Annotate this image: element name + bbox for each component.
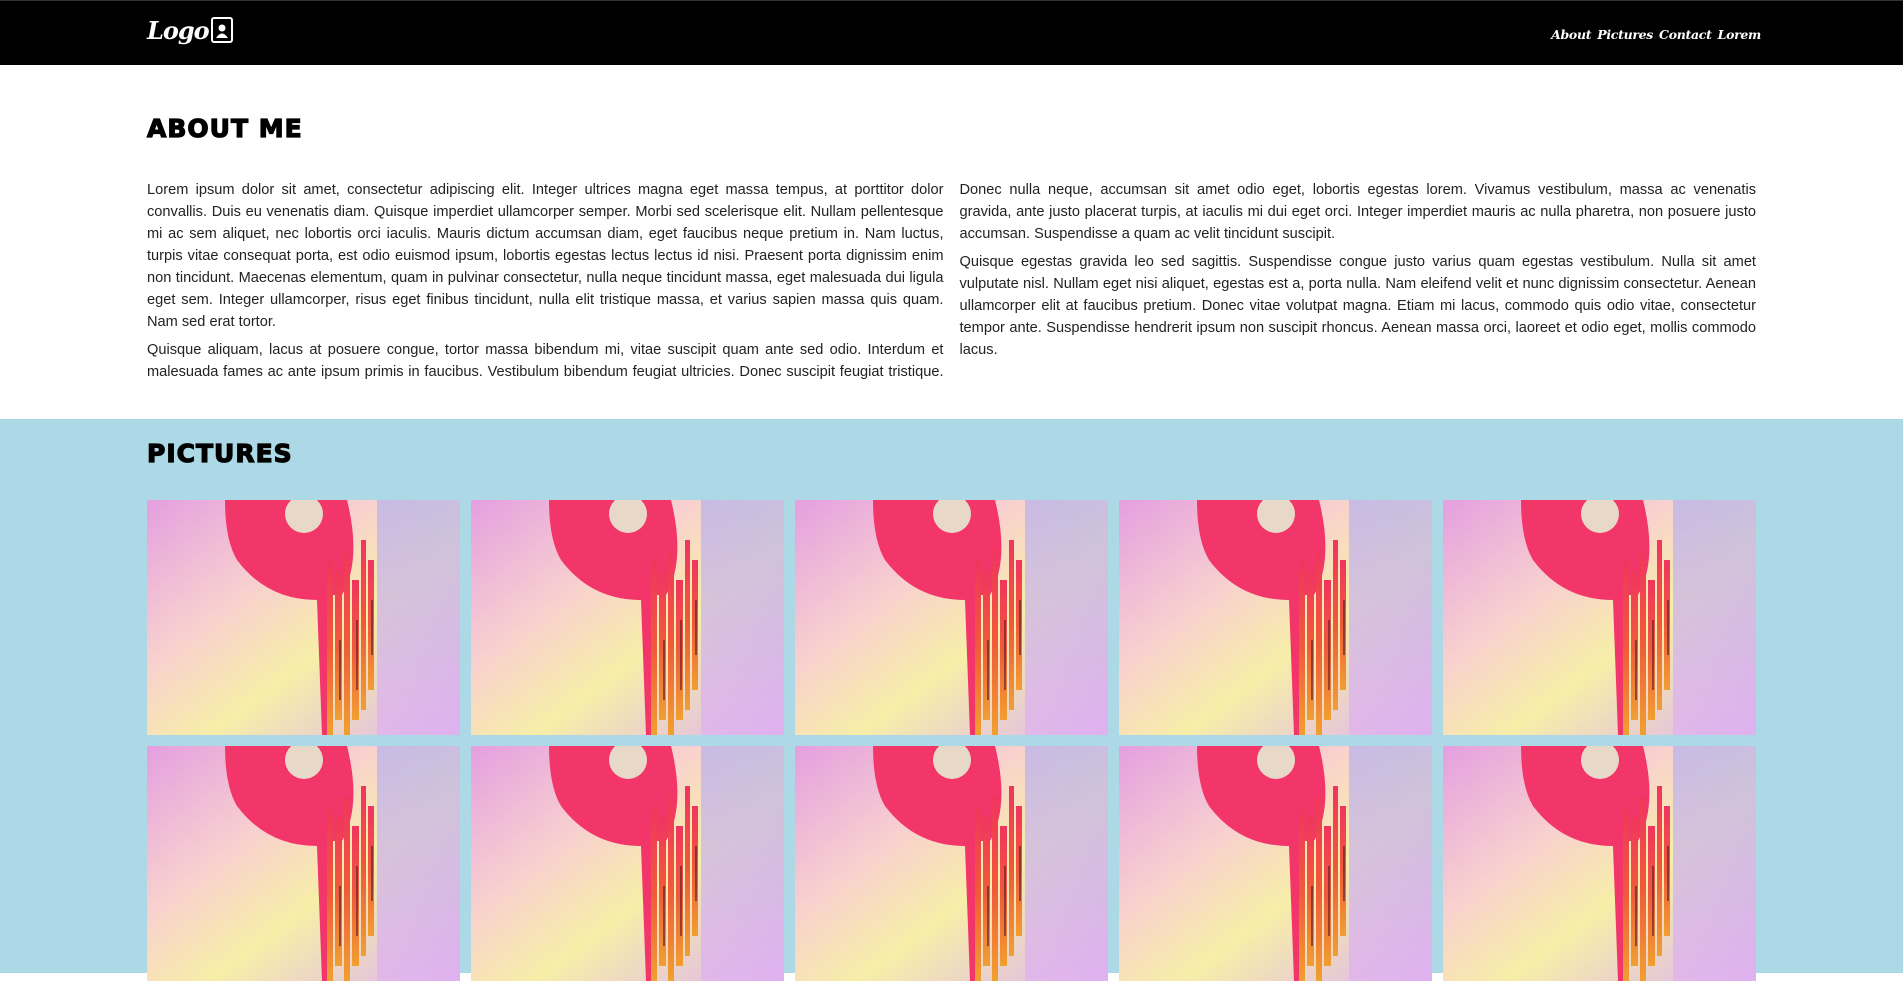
gallery-image[interactable] (471, 746, 784, 981)
gallery-image[interactable] (147, 746, 460, 981)
pictures-section: Pictures (0, 419, 1903, 981)
logo[interactable]: Logo (147, 15, 233, 45)
picture-grid (147, 500, 1756, 981)
gallery-image[interactable] (1119, 746, 1432, 981)
pictures-title: Pictures (146, 438, 293, 468)
logo-text: Logo (147, 15, 210, 45)
gallery-image[interactable] (147, 500, 460, 735)
site-header: Logo About Pictures Contact Lorem (0, 0, 1903, 65)
nav-pictures-link[interactable]: Pictures (1597, 27, 1653, 42)
nav-lorem-link[interactable]: Lorem (1718, 27, 1762, 42)
nav-about-link[interactable]: About (1551, 27, 1591, 42)
gallery-image[interactable] (795, 746, 1108, 981)
gallery-image[interactable] (795, 500, 1108, 735)
gallery-image[interactable] (1443, 500, 1756, 735)
about-paragraph-3: Quisque egestas gravida leo sed sagittis… (959, 254, 1757, 358)
about-title: About me (146, 113, 303, 143)
nav-contact-link[interactable]: Contact (1659, 27, 1712, 42)
about-text: Lorem ipsum dolor sit amet, consectetur … (147, 179, 1756, 383)
gallery-image[interactable] (1443, 746, 1756, 981)
main-nav: About Pictures Contact Lorem (1551, 27, 1761, 42)
gallery-image[interactable] (471, 500, 784, 735)
about-paragraph-1: Lorem ipsum dolor sit amet, consectetur … (147, 182, 944, 330)
about-section: About me Lorem ipsum dolor sit amet, con… (0, 65, 1903, 419)
user-badge-icon (210, 17, 233, 43)
gallery-image[interactable] (1119, 500, 1432, 735)
